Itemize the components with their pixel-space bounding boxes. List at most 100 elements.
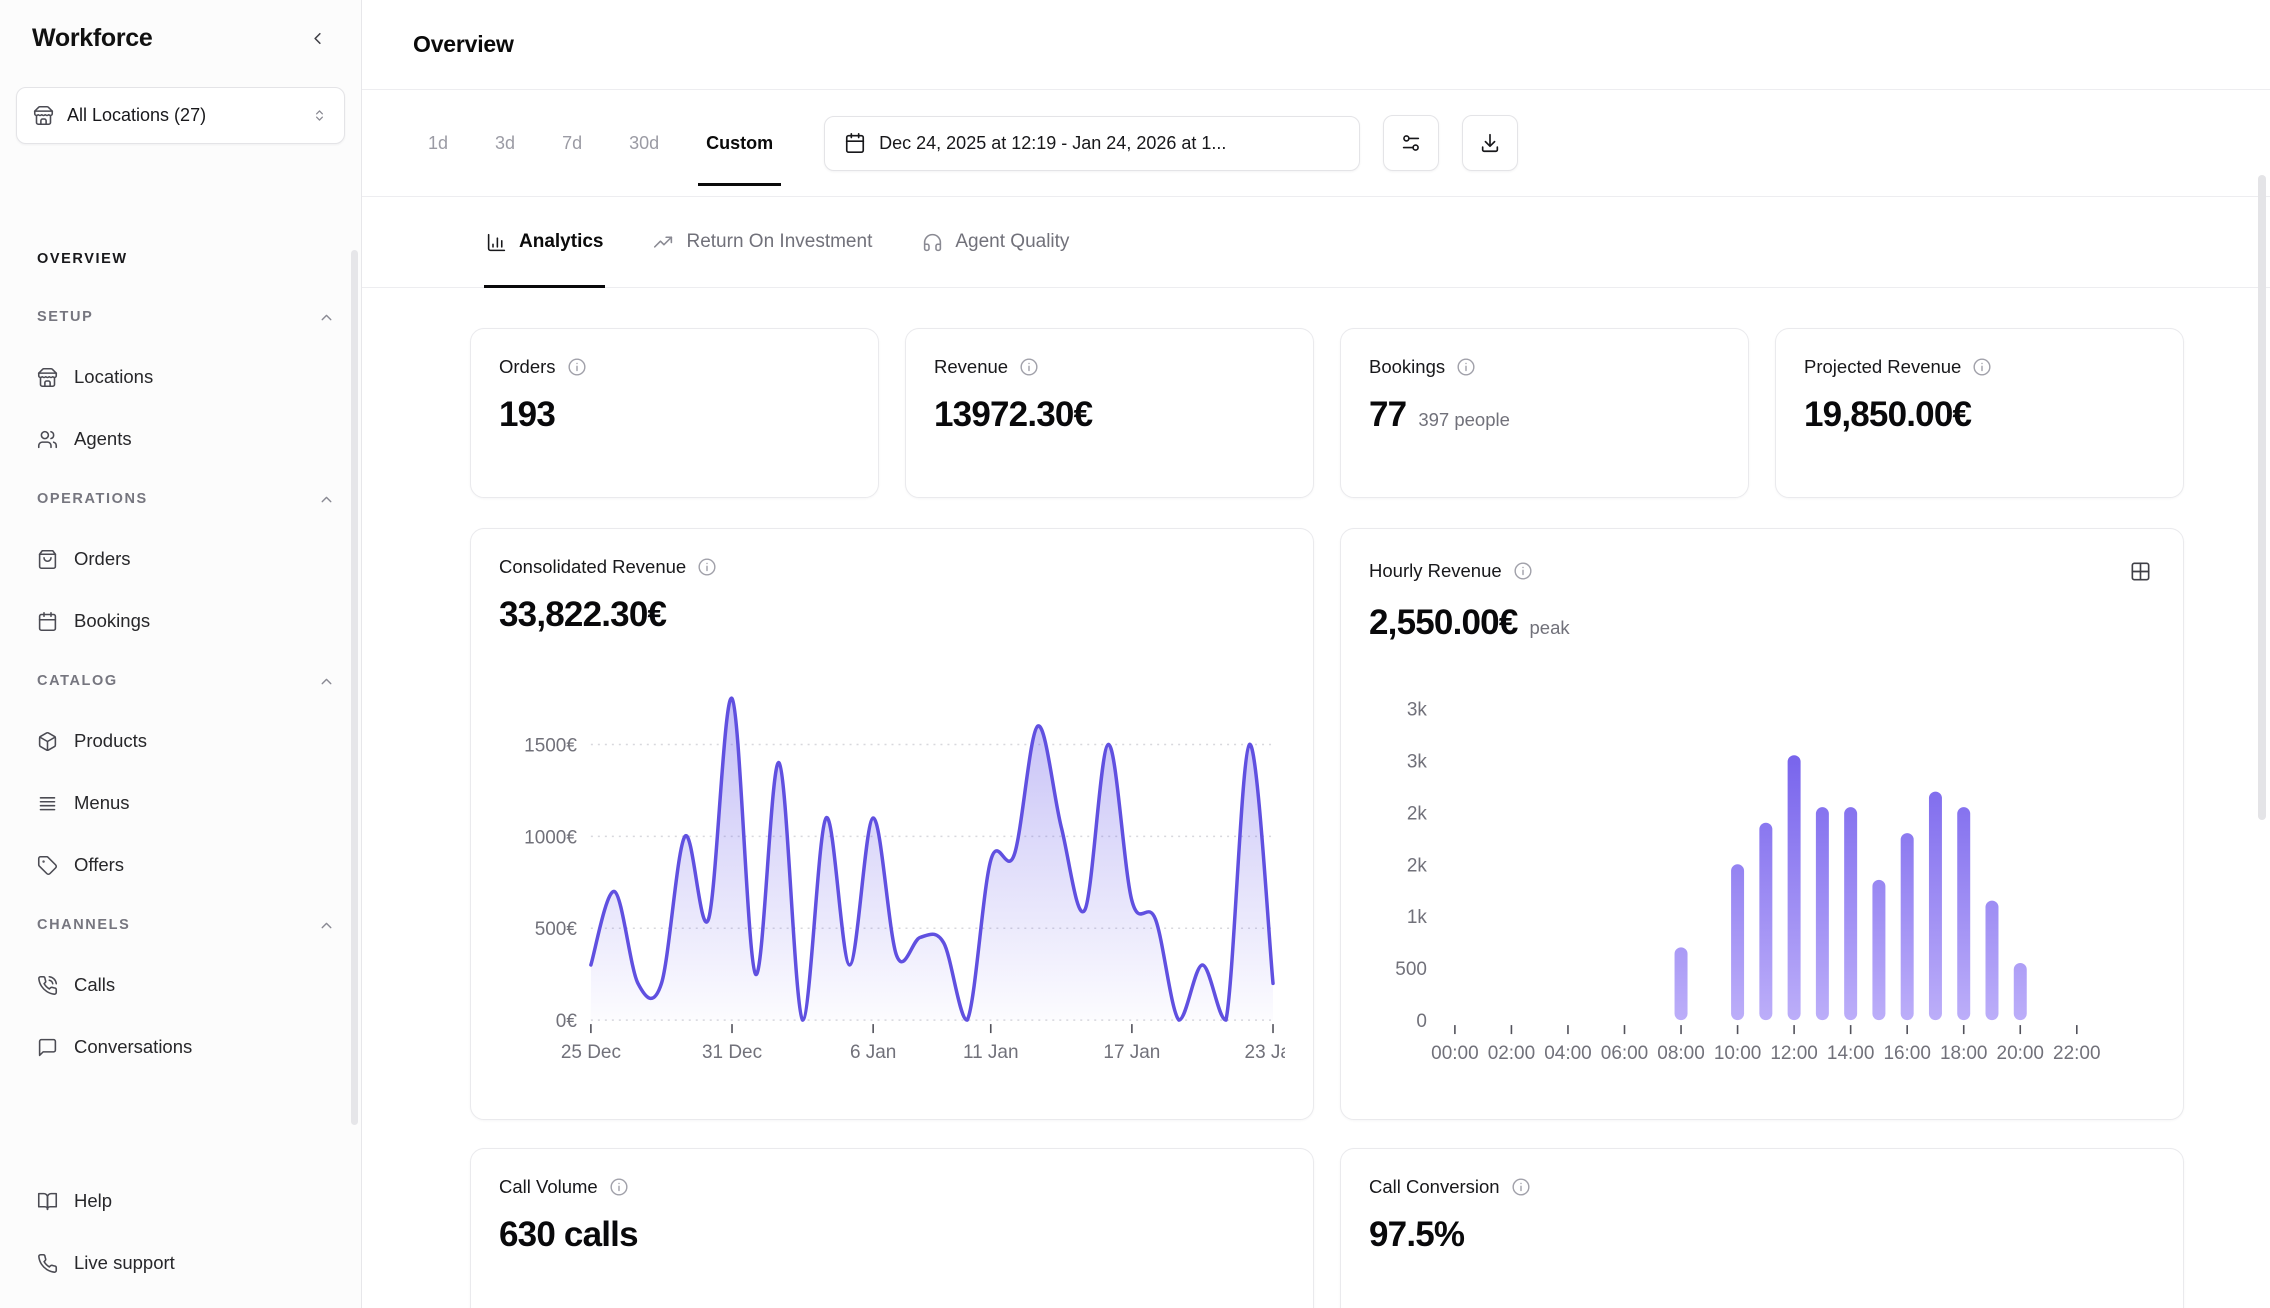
svg-text:2k: 2k [1407, 855, 1428, 876]
sidebar-scrollbar[interactable] [351, 250, 358, 1125]
section-label: CATALOG [37, 673, 118, 689]
bottom-row: Call Volume 630 calls Call Conversion 97… [470, 1148, 2184, 1308]
range-7d-button[interactable]: 7d [560, 127, 584, 160]
phone-call-icon [37, 975, 58, 996]
chevrons-up-down-icon [311, 107, 328, 124]
date-range-picker[interactable]: Dec 24, 2025 at 12:19 - Jan 24, 2026 at … [824, 116, 1360, 171]
stat-card-projected-revenue: Projected Revenue 19,850.00€ [1775, 328, 2184, 498]
stat-card-orders: Orders 193 [470, 328, 879, 498]
range-3d-button[interactable]: 3d [493, 127, 517, 160]
tab-analytics[interactable]: Analytics [486, 197, 603, 287]
svg-text:02:00: 02:00 [1488, 1043, 1535, 1064]
settings-button[interactable] [1383, 115, 1439, 171]
svg-text:1500€: 1500€ [524, 735, 577, 756]
sidebar-section-catalog[interactable]: CATALOG [37, 652, 335, 710]
menu-lines-icon [37, 793, 58, 814]
sidebar-item-label: Live support [74, 1252, 175, 1274]
svg-text:1000€: 1000€ [524, 827, 577, 848]
info-icon[interactable] [697, 557, 717, 577]
chevron-up-icon [318, 491, 335, 508]
range-custom-button[interactable]: Custom [704, 127, 775, 160]
stat-value: 19,850.00€ [1804, 395, 1971, 435]
svg-text:14:00: 14:00 [1827, 1043, 1874, 1064]
svg-text:2k: 2k [1407, 803, 1428, 824]
sidebar: Workforce All Locations (27) OVERVIEW SE… [0, 0, 362, 1308]
tab-return-on-investment[interactable]: Return On Investment [653, 197, 872, 287]
svg-text:12:00: 12:00 [1770, 1043, 1817, 1064]
stat-value: 630 calls [499, 1215, 638, 1255]
stat-label: Orders [499, 356, 556, 378]
stat-value: 193 [499, 395, 555, 435]
consolidated-revenue-area-chart: 0€500€1000€1500€25 Dec31 Dec6 Jan11 Jan1… [499, 690, 1285, 1092]
sidebar-item-orders[interactable]: Orders [37, 528, 335, 590]
info-icon[interactable] [1511, 1177, 1531, 1197]
sidebar-item-label: Help [74, 1190, 112, 1212]
sidebar-item-label: Products [74, 730, 147, 752]
info-icon[interactable] [1972, 357, 1992, 377]
download-button[interactable] [1462, 115, 1518, 171]
sidebar-item-menus[interactable]: Menus [37, 772, 335, 834]
info-icon[interactable] [1019, 357, 1039, 377]
svg-text:3k: 3k [1407, 699, 1428, 720]
info-icon[interactable] [567, 357, 587, 377]
call-volume-card: Call Volume 630 calls [470, 1148, 1314, 1308]
info-icon[interactable] [1513, 561, 1533, 581]
sidebar-item-agents[interactable]: Agents [37, 408, 335, 470]
sidebar-collapse-button[interactable] [303, 25, 331, 53]
store-icon [37, 367, 58, 388]
chart-title: Consolidated Revenue [499, 556, 686, 578]
message-square-icon [37, 1037, 58, 1058]
package-icon [37, 731, 58, 752]
chevron-up-icon [318, 309, 335, 326]
svg-text:6 Jan: 6 Jan [850, 1042, 896, 1063]
range-30d-button[interactable]: 30d [627, 127, 661, 160]
svg-text:17 Jan: 17 Jan [1103, 1042, 1160, 1063]
sidebar-item-overview[interactable]: OVERVIEW [37, 230, 335, 288]
trending-up-icon [653, 232, 674, 253]
stat-value: 13972.30€ [934, 395, 1092, 435]
section-label: OPERATIONS [37, 491, 148, 507]
sidebar-footer: Help Live support [0, 1170, 361, 1308]
sidebar-item-label: Conversations [74, 1036, 192, 1058]
stat-card-revenue: Revenue 13972.30€ [905, 328, 1314, 498]
sidebar-item-live-support[interactable]: Live support [37, 1232, 335, 1294]
svg-text:16:00: 16:00 [1883, 1043, 1930, 1064]
sidebar-section-setup[interactable]: SETUP [37, 288, 335, 346]
page-scrollbar[interactable] [2258, 175, 2266, 820]
info-icon[interactable] [609, 1177, 629, 1197]
sidebar-item-offers[interactable]: Offers [37, 834, 335, 896]
svg-text:23 Jan: 23 Jan [1245, 1042, 1285, 1063]
stat-subvalue: 397 people [1418, 409, 1510, 431]
stat-value: 97.5% [1369, 1215, 1464, 1255]
sidebar-section-channels[interactable]: CHANNELS [37, 896, 335, 954]
sidebar-item-calls[interactable]: Calls [37, 954, 335, 1016]
sidebar-item-conversations[interactable]: Conversations [37, 1016, 335, 1078]
svg-text:500: 500 [1395, 959, 1427, 980]
page-header: Overview [362, 0, 2270, 90]
sidebar-nav: OVERVIEW SETUP Locations Agents OPERATIO… [0, 230, 361, 1078]
sidebar-item-products[interactable]: Products [37, 710, 335, 772]
calendar-icon [844, 132, 866, 154]
stat-label: Bookings [1369, 356, 1445, 378]
svg-text:3k: 3k [1407, 751, 1428, 772]
tab-label: Analytics [519, 231, 603, 253]
headphones-icon [922, 232, 943, 253]
sidebar-item-bookings[interactable]: Bookings [37, 590, 335, 652]
location-selector[interactable]: All Locations (27) [16, 87, 345, 144]
sidebar-item-label: Offers [74, 854, 124, 876]
sidebar-item-help[interactable]: Help [37, 1170, 335, 1232]
date-range-value: Dec 24, 2025 at 12:19 - Jan 24, 2026 at … [879, 133, 1226, 154]
tab-bar: Analytics Return On Investment Agent Qua… [362, 197, 2270, 288]
table-grid-icon [2129, 560, 2152, 583]
tab-agent-quality[interactable]: Agent Quality [922, 197, 1069, 287]
svg-text:11 Jan: 11 Jan [963, 1042, 1019, 1063]
table-view-button[interactable] [2125, 556, 2155, 586]
section-label: CHANNELS [37, 917, 130, 933]
chart-title: Hourly Revenue [1369, 560, 1502, 582]
range-1d-button[interactable]: 1d [426, 127, 450, 160]
sidebar-item-locations[interactable]: Locations [37, 346, 335, 408]
sidebar-section-operations[interactable]: OPERATIONS [37, 470, 335, 528]
svg-text:10:00: 10:00 [1714, 1043, 1761, 1064]
info-icon[interactable] [1456, 357, 1476, 377]
location-selector-value: All Locations (27) [67, 105, 298, 126]
